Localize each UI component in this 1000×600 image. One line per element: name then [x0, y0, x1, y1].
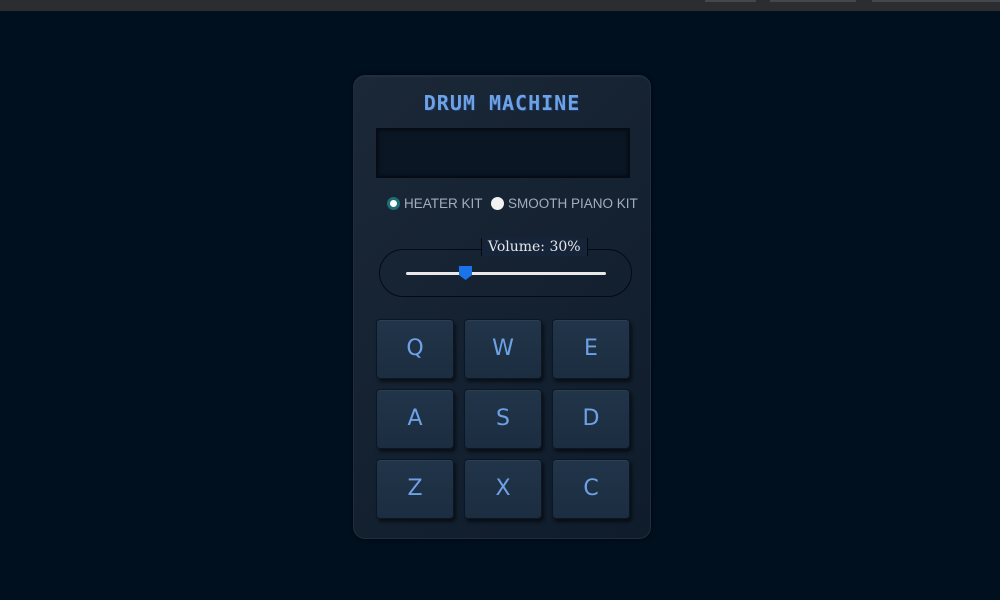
- drum-pad-s[interactable]: S: [464, 389, 542, 449]
- drum-pad-a[interactable]: A: [376, 389, 454, 449]
- kit-label: HEATER KIT: [404, 196, 483, 211]
- browser-top-bar: [0, 0, 1000, 11]
- drum-pad-w[interactable]: W: [464, 319, 542, 379]
- drum-pad-q[interactable]: Q: [376, 319, 454, 379]
- volume-slider[interactable]: [406, 266, 606, 280]
- kit-selector: HEATER KIT SMOOTH PIANO KIT: [387, 194, 647, 214]
- toolbar-segment: [872, 0, 1000, 2]
- toolbar-segment: [705, 0, 756, 2]
- sound-display: [376, 128, 630, 178]
- drum-pad-z[interactable]: Z: [376, 459, 454, 519]
- toolbar-segment: [770, 0, 856, 2]
- volume-control: Volume: 30%: [379, 238, 632, 297]
- volume-label: Volume: 30%: [481, 238, 588, 256]
- app-title: DRUM MACHINE: [423, 91, 581, 115]
- drum-pad-c[interactable]: C: [552, 459, 630, 519]
- slider-thumb[interactable]: [459, 266, 472, 280]
- drum-pad-e[interactable]: E: [552, 319, 630, 379]
- radio-unchecked-icon[interactable]: [491, 197, 504, 210]
- radio-checked-icon[interactable]: [387, 197, 400, 210]
- slider-track[interactable]: [406, 272, 606, 275]
- drum-machine: DRUM MACHINE HEATER KIT SMOOTH PIANO KIT…: [353, 75, 651, 539]
- drum-pad-x[interactable]: X: [464, 459, 542, 519]
- kit-label: SMOOTH PIANO KIT: [508, 196, 638, 211]
- drum-pad-d[interactable]: D: [552, 389, 630, 449]
- drum-pad-grid: Q W E A S D Z X C: [376, 319, 632, 521]
